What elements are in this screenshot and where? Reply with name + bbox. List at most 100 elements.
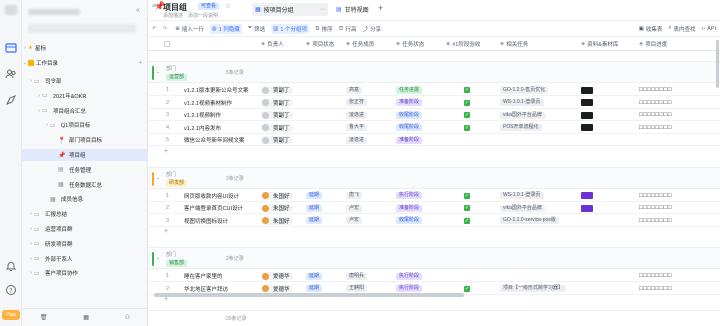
task-state-cell[interactable]: 任务进展 [396,84,423,96]
project-state-cell[interactable]: 延期 [306,190,323,202]
redo-icon[interactable]: ↷ [163,26,168,32]
owner-cell[interactable]: 爱德华 [261,270,293,282]
related-task-cell[interactable]: GO-1.2.0-售页优化 [500,84,578,96]
task-name-cell[interactable]: v1.2.1视频制作 [184,109,260,121]
column-header[interactable]: ◈ 相关任务 [500,37,580,51]
member-cell[interactable]: 卢宏 [346,202,363,214]
collapse-sidebar-icon[interactable]: « [136,7,140,14]
task-state-cell[interactable]: 执行阶段 [396,190,423,202]
task-name-cell[interactable]: 客户端登录首页CUI设计 [184,202,260,214]
related-task-cell[interactable]: vika国外平台品牌 [500,202,578,214]
sort-button[interactable]: ⇅ 排序 [315,25,333,33]
notification-bell-icon[interactable] [5,260,17,272]
related-task-cell[interactable]: GO-1.1.0-service-pos版 [500,215,578,227]
attachment-cell[interactable] [581,109,593,121]
add-row-button[interactable]: + [164,148,184,157]
task-name-cell[interactable]: v1.2.1内容发布 [184,122,260,134]
undo-icon[interactable]: ↶ [152,26,157,32]
table-row[interactable]: 3 v1.2.1视频制作 贾副丁 凌逸进 收尾阶段 ✓ vika国外平台品牌 □□□□□□□□ [148,109,720,121]
tab-view-grouped[interactable]: ▦ 按项目分组 ⋯ [252,3,328,16]
related-task-cell[interactable]: WS-1.0.1-登录页 [500,190,578,202]
collapse-group-icon[interactable]: ⌄ [156,175,160,181]
template-icon[interactable]: ▦ [83,314,89,321]
column-header[interactable]: ◈ 任务状态 [396,37,446,51]
task-state-cell[interactable]: 准备阶段 [396,97,423,109]
description-link[interactable]: 添加描述 [163,12,183,19]
owner-cell[interactable]: 朱国好 [261,202,293,214]
form-button[interactable]: ▣ 收集表 [639,25,663,33]
acceptance-checkbox[interactable]: ✓ [464,215,470,227]
add-view-button[interactable]: + [378,3,383,13]
group-header[interactable]: 部门 运营部 5条记录 ⌄ [148,61,720,83]
member-cell[interactable]: 凌逸进 [346,109,368,121]
sidebar-item[interactable]: › ▭ Q1项目目标 [22,119,148,131]
task-state-cell[interactable]: 准备阶段 [396,202,423,214]
member-cell[interactable]: 卢宏 [346,215,363,227]
owner-cell[interactable]: 贾副丁 [261,84,293,96]
share-button[interactable]: ⤴ 分享 [363,25,382,33]
task-name-cell[interactable]: v1.2.1版本更新公众号文案 [184,84,260,96]
collapse-group-icon[interactable]: ⌄ [156,255,160,261]
table-row[interactable]: 1 睡在客户家里的 爱德华 延期 唐明兵 执行阶段 □□□□□□□□ [148,270,720,282]
description-link-2[interactable]: 添加一段说明 [188,12,218,19]
starred-section[interactable]: › ★ 星标 [22,42,148,54]
column-header[interactable]: ◈ 项目状态 [306,37,346,51]
sidebar-item[interactable]: › ▭ 2021年&OKR [22,90,148,102]
filter-button[interactable]: ⏷ 筛选 [248,25,265,33]
task-name-cell[interactable]: 微信公众号新年间候文案 [184,134,260,146]
related-task-cell[interactable] [500,270,578,282]
sidebar-item[interactable]: › ▭ 外部干系人 [22,253,148,265]
owner-cell[interactable]: 贾副丁 [261,109,293,121]
members-icon[interactable] [5,68,17,80]
hidden-columns-button[interactable]: ◍ 1 列隐藏 [209,23,242,34]
horizontal-scrollbar[interactable] [148,291,720,299]
member-cell[interactable]: 鲁大平 [346,122,368,134]
member-cell[interactable]: 凌逸进 [346,134,368,146]
attachment-cell[interactable] [581,97,593,109]
add-node-icon[interactable]: + [139,60,142,66]
member-cell[interactable]: 唐明兵 [346,270,368,282]
table-row[interactable]: 2 客户端登录首页CUI设计 朱国好 延期 卢宏 准备阶段 ✓ vika国外平台品牌 □□□□□… [148,202,720,214]
sidebar-item[interactable]: › ▭ 研发项目群 [22,238,148,250]
favorite-star-icon[interactable]: ☆ [225,2,231,10]
owner-cell[interactable]: 朱国好 [261,215,293,227]
task-name-cell[interactable]: 网页版收款内容UI设计 [184,190,260,202]
sidebar-item[interactable]: › ▭ 运营项目群 [22,223,148,235]
workspace-section[interactable]: ⌄ 工作目录 + [22,57,148,69]
sidebar-search[interactable] [28,24,136,33]
invite-member-icon[interactable]: ⚇ [125,314,130,321]
owner-cell[interactable]: 贾副丁 [261,134,293,146]
table-row[interactable]: 5 微信公众号新年间候文案 贾副丁 凌逸进 准备阶段 [148,134,720,146]
member-cell[interactable]: 唐飞 [346,190,363,202]
sidebar-item[interactable]: ▦ 成员信息 [22,193,148,205]
project-state-cell[interactable]: 延期 [306,202,323,214]
sidebar-item[interactable]: › ▭ 汇报总结 [22,208,148,220]
column-header[interactable]: ◈ 项目进度 [639,37,717,51]
task-state-cell[interactable]: 收尾阶段 [396,215,423,227]
task-state-cell[interactable]: 收尾阶段 [396,122,423,134]
table-row[interactable]: 4 v1.2.1内容发布 贾副丁 鲁大平 收尾阶段 ✓ POS开单流程化 □□□□□□□□ [148,122,720,134]
vertical-scrollbar-thumb[interactable] [716,40,719,88]
sidebar-item[interactable]: ▦ 任务数据汇总 [22,179,148,191]
member-cell[interactable]: 高富 [346,84,363,96]
table-row[interactable]: 1 v1.2.1版本更新公众号文案 贾副丁 高富 任务进展 ✓ GO-1.2.0-售页优化 □… [148,84,720,96]
collapse-group-icon[interactable]: ⌄ [156,69,160,75]
owner-cell[interactable]: 朱国好 [261,190,293,202]
view-menu-icon[interactable]: ⋯ [319,6,325,13]
group-header[interactable]: 部门 研发部 3条记录 ⌄ [148,166,720,189]
row-height-button[interactable]: ☰ 行高 [339,25,357,33]
attachment-cell[interactable] [581,202,593,214]
datasheet-icon[interactable] [5,42,17,54]
explore-icon[interactable] [5,94,17,106]
acceptance-checkbox[interactable]: ✓ [464,84,470,96]
attachment-cell[interactable] [581,84,593,96]
attachment-cell[interactable] [581,190,593,202]
sidebar-item[interactable]: › ▭ 客户项目协作 [22,267,148,279]
tab-view-gantt[interactable]: ▤ 甘特视图 [333,3,372,16]
acceptance-checkbox[interactable]: ✓ [464,97,470,109]
column-header[interactable]: ◈ 负责人 [261,37,305,51]
sidebar-item[interactable]: 📍 部门项目目标 [22,134,148,146]
column-header[interactable]: ◈ #1阶段验收 [446,37,500,51]
table-row[interactable]: 2 v1.2.1视频素材制作 贾副丁 张正符 准备阶段 ✓ WS-1.0.1-登录页 □□□□… [148,97,720,109]
column-header[interactable]: ◈ 资料&素材库 [581,37,639,51]
